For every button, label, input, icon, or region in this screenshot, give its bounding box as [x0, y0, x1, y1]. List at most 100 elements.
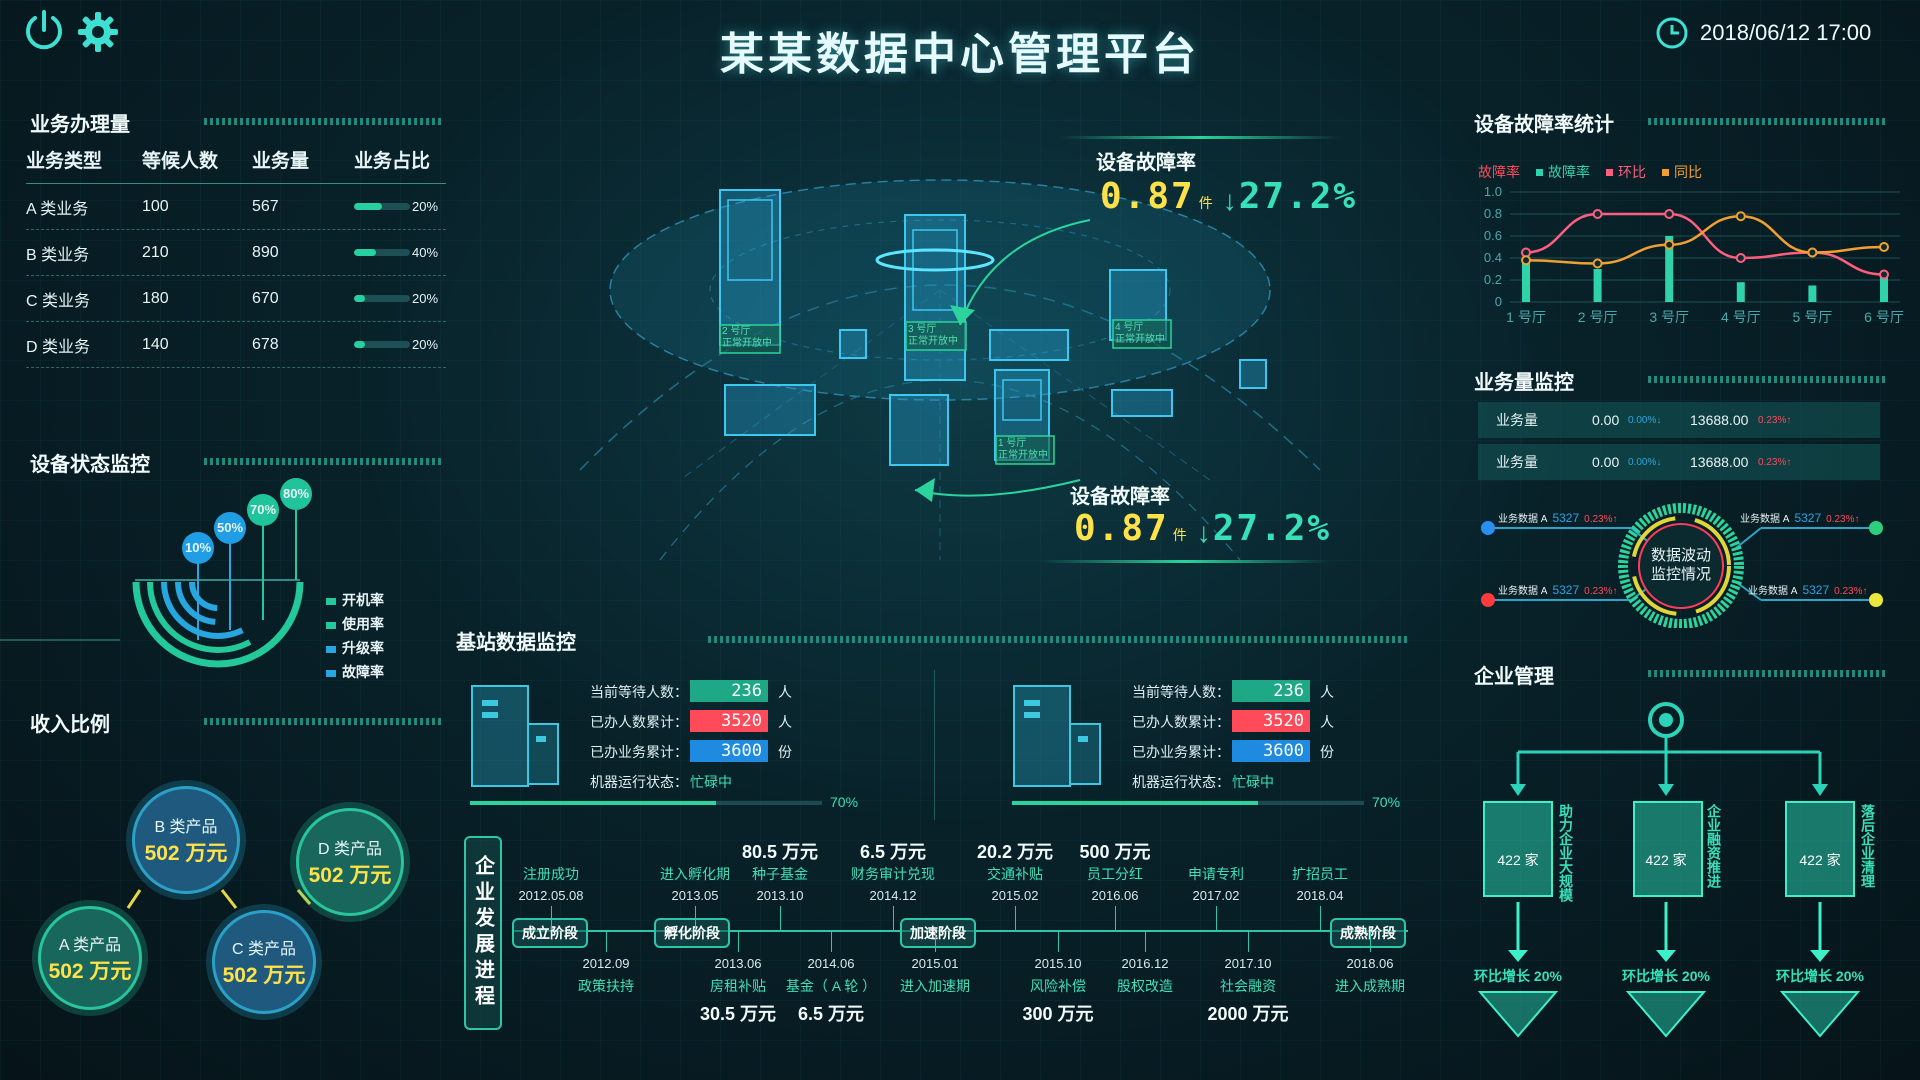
hall-status: 正常开放中 — [1115, 334, 1165, 345]
point — [1592, 258, 1603, 269]
enterprise-count: 422 家 — [1497, 852, 1539, 868]
income-name: C 类产品 — [231, 941, 296, 958]
y-tick-label: 1.0 — [1484, 184, 1502, 199]
done-unit: 人 — [778, 714, 792, 730]
share-pct: 20% — [412, 291, 439, 306]
biz-unit: 份 — [1320, 744, 1334, 760]
waiting-count: 100 — [142, 197, 169, 215]
event-date: 2012.05.08 — [518, 888, 584, 903]
legend-swatch — [326, 622, 336, 629]
event-tick — [606, 932, 607, 952]
biz-label: 已办业务累计： — [1132, 744, 1230, 760]
bar — [1736, 282, 1745, 302]
progress-fill — [470, 801, 717, 805]
waiting-count: 180 — [142, 289, 169, 307]
timeline-stage[interactable]: 成立阶段 — [512, 918, 588, 948]
data-node: 业务数据 A 5327 0.23%↑ — [1498, 582, 1618, 597]
x-tick-label: 2 号厅 — [1578, 309, 1618, 325]
event-date: 2014.12 — [869, 888, 917, 903]
biz-type: A 类业务 — [26, 200, 89, 218]
enterprise-side-label: 落后企业清理 — [1860, 804, 1876, 888]
node-value: 5327 — [1552, 511, 1580, 525]
event-amount: 300 万元 — [1022, 1004, 1094, 1024]
col-header: 业务量 — [252, 151, 310, 172]
node-label: 业务数据 A — [1748, 586, 1798, 597]
node-label: 业务数据 A — [1498, 586, 1548, 597]
x-tick-label: 5 号厅 — [1793, 309, 1833, 325]
monitor-value: 13688.00 — [1690, 454, 1749, 470]
col-header: 业务占比 — [354, 151, 431, 172]
event-tick — [780, 906, 781, 930]
event-date: 2018.04 — [1296, 888, 1344, 903]
volume: 670 — [252, 289, 279, 307]
event-name: 种子基金 — [752, 866, 808, 882]
event-tick — [1115, 906, 1116, 930]
event-date: 2013.10 — [756, 888, 804, 903]
event-name: 进入加速期 — [900, 978, 970, 994]
node-change: 0.23%↑ — [1834, 586, 1868, 597]
event-tick — [1216, 906, 1217, 930]
bubble-label: 10% — [184, 540, 212, 555]
hall-status: 正常开放中 — [998, 450, 1048, 461]
legend-label: 升级率 — [342, 640, 384, 656]
event-date: 2018.06 — [1346, 956, 1394, 971]
col-header: 等候人数 — [142, 151, 219, 172]
progress-track — [470, 801, 822, 805]
biz-type: B 类业务 — [26, 246, 90, 264]
kpi1-change: 27.2% — [1238, 176, 1358, 217]
event-amount: 6.5 万元 — [859, 842, 927, 862]
enterprise-count: 422 家 — [1799, 852, 1841, 868]
monitor-row: 业务量 0.00 0.00%↓ 13688.00 0.23%↑ — [1478, 402, 1880, 438]
share-cell: 20% — [354, 337, 446, 352]
point — [1664, 239, 1675, 250]
monitor-row: 业务量 0.00 0.00%↓ 13688.00 0.23%↑ — [1478, 444, 1880, 480]
timeline-stage[interactable]: 加速阶段 — [900, 918, 976, 948]
event-name: 注册成功 — [523, 866, 579, 882]
event-amount: 500 万元 — [1079, 842, 1151, 862]
section-rule — [1648, 670, 1888, 677]
legend-item: 环比 — [1606, 162, 1646, 182]
share-bar — [354, 341, 410, 348]
ring-title: 数据波动 监控情况 — [1650, 547, 1711, 583]
table-row: C 类业务 180 670 20% — [26, 276, 446, 322]
timeline-stage[interactable]: 成熟阶段 — [1330, 918, 1406, 948]
progress-pct: 70% — [830, 794, 859, 810]
enterprise-growth: 环比增长 20% — [1474, 968, 1562, 984]
waiting-count: 140 — [142, 335, 169, 353]
legend-swatch — [326, 598, 336, 605]
legend-item: 升级率 — [326, 636, 384, 660]
point — [1521, 255, 1531, 266]
event-tick — [738, 932, 739, 952]
node-change: 0.23%↑ — [1584, 586, 1618, 597]
hall-status: 正常开放中 — [722, 338, 772, 349]
share-pct: 20% — [412, 337, 439, 352]
volume: 890 — [252, 243, 279, 261]
server-icon — [1013, 685, 1101, 787]
income-bubble-b: B 类产品 502 万元 — [132, 786, 240, 894]
event-tick — [1015, 906, 1016, 930]
legend-label: 使用率 — [342, 616, 384, 632]
waiting-count: 210 — [142, 243, 169, 261]
y-tick-label: 0.8 — [1484, 206, 1502, 221]
share-cell: 40% — [354, 245, 446, 260]
kpi-rule — [1040, 560, 1330, 563]
series-line — [1525, 212, 1885, 276]
biz-table: 业务类型 等候人数 业务量 业务占比 A 类业务 100 567 20% B 类业务 21… — [26, 146, 446, 368]
biz-unit: 份 — [778, 744, 792, 760]
timeline-stage[interactable]: 孵化阶段 — [654, 918, 730, 948]
share-cell: 20% — [354, 199, 446, 214]
event-tick — [1058, 932, 1059, 952]
event-name: 基金（ A 轮 ） — [785, 978, 877, 994]
series-line — [1525, 214, 1885, 265]
table-row: A 类业务 100 567 20% — [26, 184, 446, 230]
event-tick — [695, 906, 696, 930]
monitor-change: 0.00%↓ — [1628, 456, 1662, 468]
legend-label: 故障率 — [342, 664, 384, 680]
event-date: 2016.12 — [1121, 956, 1169, 971]
node-change: 0.23%↑ — [1826, 514, 1860, 525]
share-bar — [354, 295, 410, 302]
point — [1735, 211, 1746, 222]
col-header: 业务类型 — [26, 151, 103, 172]
enterprise-side-label: 企业融资推进 — [1706, 804, 1722, 888]
enterprise-side-label: 助力企业大规模 — [1558, 804, 1574, 902]
